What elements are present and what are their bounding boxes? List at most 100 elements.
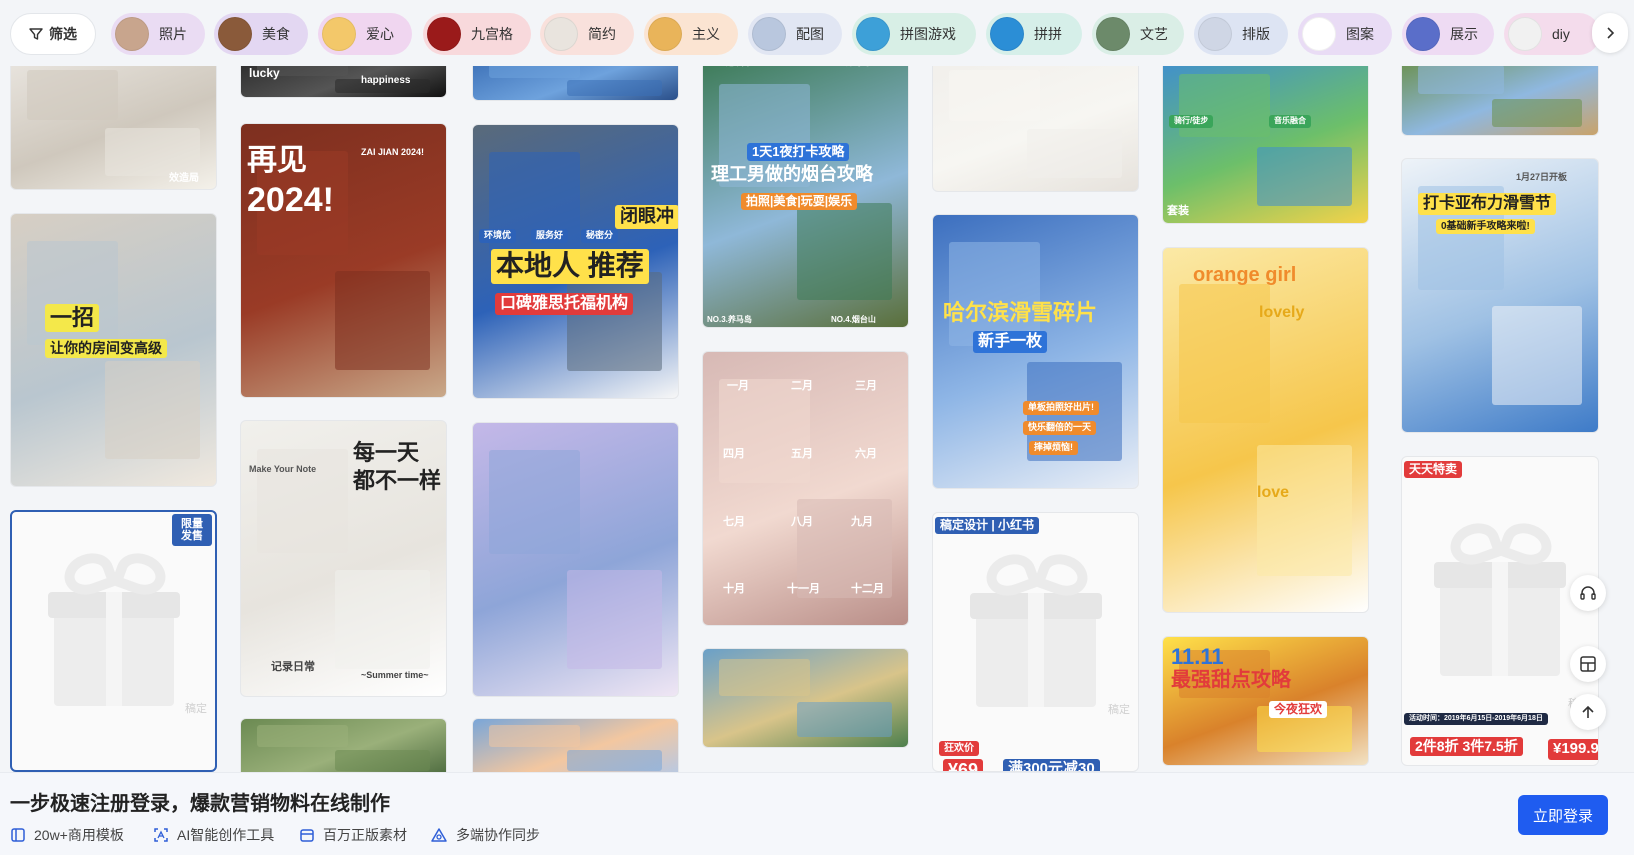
category-thumbnail [322,17,356,51]
template-overlay-text: lovely [1259,304,1305,321]
template-overlay-text: 一月 [727,380,749,392]
promo-template-card[interactable]: 稿定 限量发售 [10,510,217,772]
template-overlay-text: Make Your Note [249,464,317,474]
template-overlay-text: 十月 [723,583,745,595]
category-thumbnail [1198,17,1232,51]
filter-button[interactable]: 筛选 [10,13,96,55]
template-card[interactable]: orange girl lovely love [1162,247,1369,613]
scroll-right-button[interactable] [1592,13,1628,53]
photo-panel [567,750,662,772]
category-chip[interactable]: diy [1504,13,1600,55]
photo-panel [27,70,118,121]
category-chip[interactable]: 配图 [748,13,842,55]
category-thumbnail [648,17,682,51]
template-overlay-text: 音乐融合 [1269,115,1311,128]
promo-template-card[interactable]: 稿定天天特卖活动时间：2019年6月15日-2019年6月18日2件8折 3件7… [1401,456,1599,766]
feature-label: AI智能创作工具 [177,827,275,843]
category-chip[interactable]: 展示 [1402,13,1494,55]
template-overlay-text: 每一天 [353,440,420,465]
category-chip[interactable]: 爱心 [318,13,412,55]
template-overlay-text: 1月27日开板 [1516,172,1568,182]
category-thumbnail [1508,17,1542,51]
template-overlay-text: 效造局 [169,173,199,184]
template-overlay-text: orange girl [1193,264,1297,286]
photo-panel [335,569,430,669]
template-overlay-text: 活动时间：2019年6月15日-2019年6月18日 [1404,713,1548,725]
template-overlay-text: 三月 [855,380,877,392]
category-label: 拼拼 [1034,26,1062,42]
feature-materials: 百万正版素材 [299,825,407,845]
headset-icon [1580,586,1596,600]
template-card[interactable]: NO.1蓬莱阁NO.2养马岛1天1夜打卡攻略理工男做的烟台攻略拍照|美食|玩耍|… [702,56,909,328]
layout-toggle-button[interactable] [1570,646,1606,682]
template-card[interactable]: 一招 让你的房间变高级 [10,213,217,487]
template-overlay-text: 四月 [723,448,745,460]
template-card[interactable] [1401,56,1599,136]
filter-label: 筛选 [49,26,77,42]
category-label: 简约 [588,26,616,42]
template-card[interactable] [240,718,447,778]
photo-panel [1492,99,1583,128]
photo-panel [335,271,430,370]
template-icon [11,828,25,842]
login-button[interactable]: 立即登录 [1518,795,1608,835]
category-chip[interactable]: 拼图游戏 [852,13,976,55]
photo-panel [489,450,580,555]
template-card[interactable]: 再见 2024! ZAI JIAN 2024! [240,123,447,398]
category-label: 图案 [1346,26,1374,42]
template-overlay-text: 一招 [45,304,100,333]
category-chip[interactable]: 照片 [111,13,205,55]
category-chip[interactable]: 简约 [540,13,634,55]
category-label: diy [1552,26,1570,42]
template-card[interactable] [472,422,679,697]
category-label: 九宫格 [471,26,513,42]
layout-icon [1580,656,1596,672]
customer-service-button[interactable] [1570,575,1606,611]
template-card[interactable]: 每一天 都不一样 Make Your Note 记录日常 ~Summer time~ [240,420,447,697]
template-card[interactable]: 闭眼冲 环境优 服务好 秘密分 本地人 推荐 口碑雅思托福机构 [472,124,679,399]
category-chip[interactable]: 拼拼 [986,13,1082,55]
ai-icon [154,828,168,842]
category-thumbnail [990,17,1024,51]
template-overlay-text: 限量发售 [172,514,212,547]
template-card[interactable] [702,648,909,748]
template-card[interactable]: 一月 二月 三月 四月 五月 六月 七月 八月 九月 十月 十一月 十二月 [702,351,909,626]
template-card[interactable]: 效造局 [10,56,217,190]
template-overlay-text: 今夜狂欢 [1269,701,1328,719]
category-chip[interactable]: 美食 [214,13,308,55]
category-chip[interactable]: 文艺 [1092,13,1184,55]
template-overlay-text: 九月 [851,516,873,528]
category-thumbnail [544,17,578,51]
chevron-right-icon [1607,27,1615,39]
template-card[interactable] [472,718,679,778]
category-chip[interactable]: 排版 [1194,13,1288,55]
template-overlay-text: 新手一枚 [973,331,1048,353]
template-overlay-text: happiness [361,75,411,86]
template-overlay-text: 单板拍照好出片! [1023,401,1099,415]
template-card[interactable]: 骑行/徒步 音乐融合 套装 [1162,56,1369,224]
photo-panel [1257,444,1352,576]
category-chip[interactable]: 九宫格 [423,13,531,55]
template-overlay-text: 再见 [247,144,307,177]
category-chip[interactable]: 图案 [1298,13,1392,55]
category-thumbnail [1406,17,1440,51]
photo-panel [797,701,892,738]
back-to-top-button[interactable] [1570,694,1606,730]
category-label: 拼图游戏 [900,26,956,42]
template-overlay-text: 狂欢价 [939,741,979,756]
template-card[interactable]: 哈尔滨滑雪碎片 新手一枚 单板拍照好出片! 快乐翻倍的一天 摔掉烦恼! [932,214,1139,489]
gift-placeholder-icon [1434,516,1566,676]
template-overlay-text: 十一月 [787,583,820,595]
template-overlay-text: 口碑雅思托福机构 [495,293,634,315]
category-thumbnail [856,17,890,51]
template-card[interactable]: 11.11 最强甜点攻略 今夜狂欢 [1162,636,1369,766]
template-card[interactable]: 1月27日开板 打卡亚布力滑雪节 0基础新手攻略来啦! [1401,158,1599,433]
promo-template-card[interactable]: 稿定 稿定设计 | 小红书 狂欢价 ¥69 满300元减30 [932,512,1139,772]
template-card[interactable] [932,56,1139,192]
register-banner: 一步极速注册登录，爆款营销物料在线制作 20w+商用模板 AI智能创作工具 百万… [0,772,1634,855]
template-overlay-text: 0基础新手攻略来啦! [1436,219,1535,234]
category-chip[interactable]: 主义 [644,13,738,55]
template-overlay-text: ZAI JIAN 2024! [361,147,425,157]
photo-panel [949,70,1040,122]
template-overlay-text: 闭眼冲 [615,205,678,229]
